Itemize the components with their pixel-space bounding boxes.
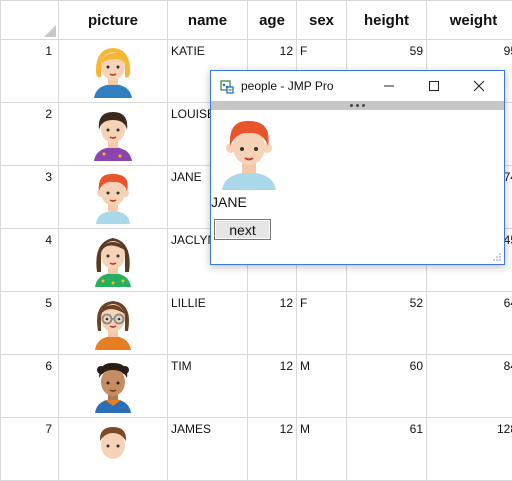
age-cell[interactable]: 12 xyxy=(248,418,297,481)
table-corner[interactable] xyxy=(1,1,59,40)
sex-cell[interactable]: F xyxy=(297,292,347,355)
window-title: people - JMP Pro xyxy=(241,79,334,93)
row-number[interactable]: 1 xyxy=(1,40,59,103)
window-titlebar[interactable]: people - JMP Pro xyxy=(211,71,504,101)
weight-cell[interactable]: 64 xyxy=(427,292,512,355)
height-cell[interactable]: 60 xyxy=(347,355,427,418)
avatar-katie xyxy=(87,43,139,98)
minimize-button[interactable] xyxy=(366,71,411,101)
name-cell[interactable]: TIM xyxy=(168,355,248,418)
age-cell[interactable]: 12 xyxy=(248,355,297,418)
sex-cell[interactable]: M xyxy=(297,418,347,481)
table-row[interactable]: 7 JAMES 12 M 61 128 xyxy=(1,418,512,481)
close-button[interactable] xyxy=(456,71,501,101)
column-header-picture[interactable]: picture xyxy=(59,1,168,40)
age-cell[interactable]: 12 xyxy=(248,292,297,355)
jmp-icon xyxy=(220,80,234,94)
sex-cell[interactable]: M xyxy=(297,355,347,418)
minimize-icon xyxy=(383,80,395,92)
picture-cell[interactable] xyxy=(59,40,168,103)
avatar-jaclyn xyxy=(87,232,139,287)
row-number[interactable]: 3 xyxy=(1,166,59,229)
avatar-lillie xyxy=(87,295,139,350)
avatar-louise xyxy=(87,106,139,161)
outline-grip-bar[interactable] xyxy=(211,101,504,110)
current-picture xyxy=(216,118,282,190)
height-cell[interactable]: 61 xyxy=(347,418,427,481)
next-button[interactable]: next xyxy=(214,219,271,240)
column-header-sex[interactable]: sex xyxy=(297,1,347,40)
picture-cell[interactable] xyxy=(59,229,168,292)
resize-grip-icon[interactable] xyxy=(492,252,502,262)
close-icon xyxy=(473,80,485,92)
picture-cell[interactable] xyxy=(59,166,168,229)
avatar-jane xyxy=(87,169,139,224)
people-window[interactable]: people - JMP Pro JANE next xyxy=(210,70,505,265)
weight-cell[interactable]: 84 xyxy=(427,355,512,418)
avatar-tim xyxy=(87,358,139,413)
header-row: picture name age sex height weight xyxy=(1,1,512,40)
name-cell[interactable]: JAMES xyxy=(168,418,248,481)
column-header-age[interactable]: age xyxy=(248,1,297,40)
row-number[interactable]: 4 xyxy=(1,229,59,292)
row-number[interactable]: 7 xyxy=(1,418,59,481)
picture-cell[interactable] xyxy=(59,103,168,166)
row-number[interactable]: 5 xyxy=(1,292,59,355)
picture-cell[interactable] xyxy=(59,355,168,418)
column-header-name[interactable]: name xyxy=(168,1,248,40)
weight-cell[interactable]: 128 xyxy=(427,418,512,481)
row-number[interactable]: 2 xyxy=(1,103,59,166)
row-number[interactable]: 6 xyxy=(1,355,59,418)
current-name-label: JANE xyxy=(211,194,247,210)
table-row[interactable]: 6 TIM 12 M 60 84 xyxy=(1,355,512,418)
picture-cell[interactable] xyxy=(59,292,168,355)
avatar-james xyxy=(87,421,139,476)
column-header-weight[interactable]: weight xyxy=(427,1,512,40)
picture-cell[interactable] xyxy=(59,418,168,481)
table-row[interactable]: 5 LILLIE 12 xyxy=(1,292,512,355)
height-cell[interactable]: 52 xyxy=(347,292,427,355)
name-cell[interactable]: LILLIE xyxy=(168,292,248,355)
maximize-icon xyxy=(428,80,440,92)
column-header-height[interactable]: height xyxy=(347,1,427,40)
maximize-button[interactable] xyxy=(411,71,456,101)
